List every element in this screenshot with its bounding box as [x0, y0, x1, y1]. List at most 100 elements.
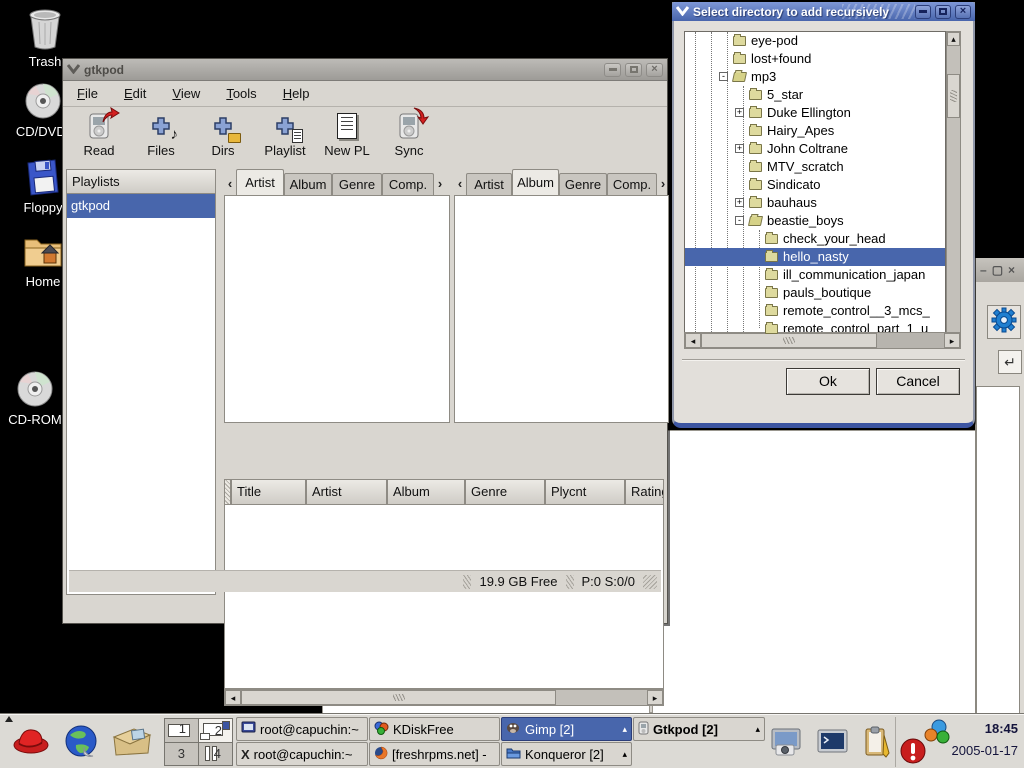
dirs-button[interactable]: Dirs — [195, 111, 251, 167]
column-header-plycnt[interactable]: Plycnt — [545, 479, 625, 505]
tree-item-duke-ellington[interactable]: + Duke Ellington — [685, 104, 945, 122]
partial-window-titlebar[interactable]: – ▢ × — [976, 258, 1024, 282]
tab-scroll-left-icon[interactable]: ‹ — [224, 176, 236, 195]
gtkpod-titlebar[interactable]: gtkpod × — [63, 59, 667, 81]
resize-grip[interactable] — [643, 575, 657, 589]
clock[interactable]: 18:45 2005-01-17 — [948, 718, 1018, 766]
tree-item-mtv-scratch[interactable]: MTV_scratch — [685, 158, 945, 176]
task-firefox[interactable]: [freshrpms.net] - — [369, 742, 500, 766]
menu-view[interactable]: View — [172, 86, 200, 101]
tab-scroll-right-icon[interactable]: › — [434, 176, 446, 195]
tree-item-mp3[interactable]: - mp3 — [685, 68, 945, 86]
tree-item-hello-nasty-selected[interactable]: hello_nasty — [685, 248, 945, 266]
browser-launcher[interactable] — [62, 723, 100, 766]
sync-button[interactable]: Sync — [381, 111, 437, 167]
cancel-button[interactable]: Cancel — [876, 368, 960, 395]
tree-item-beastie-boys[interactable]: - beastie_boys — [685, 212, 945, 230]
tab-artist[interactable]: Artist — [466, 173, 512, 195]
column-header-title[interactable]: Title — [231, 479, 306, 505]
screenshot-applet[interactable] — [768, 727, 804, 762]
mail-launcher[interactable] — [112, 727, 152, 762]
gear-button[interactable] — [987, 305, 1021, 339]
tray-shapes-icon[interactable] — [923, 719, 951, 750]
column-header-rating[interactable]: Rating — [625, 479, 664, 505]
ok-button[interactable]: Ok — [786, 368, 870, 395]
files-button[interactable]: ♪ Files — [133, 111, 189, 167]
tab-album[interactable]: Album — [512, 169, 559, 195]
task-gtkpod[interactable]: Gtkpod [2] ▴ — [633, 717, 765, 741]
tree-expander-icon[interactable]: + — [735, 144, 744, 153]
minimize-icon[interactable]: – — [980, 263, 987, 277]
minimize-button[interactable] — [915, 5, 931, 19]
panel-hide-arrow-icon[interactable] — [5, 716, 13, 722]
tree-item-5-star[interactable]: 5_star — [685, 86, 945, 104]
tree-item-sindicato[interactable]: Sindicato — [685, 176, 945, 194]
scroll-left-icon[interactable]: ◂ — [225, 690, 241, 705]
tab-comp[interactable]: Comp. — [607, 173, 657, 195]
tree-expander-icon[interactable]: - — [735, 216, 744, 225]
maximize-button[interactable] — [935, 5, 951, 19]
tab-comp[interactable]: Comp. — [382, 173, 434, 195]
alert-icon[interactable] — [899, 737, 927, 768]
tab-scroll-left-icon[interactable]: ‹ — [454, 176, 466, 195]
tree-item-pauls-boutique[interactable]: pauls_boutique — [685, 284, 945, 302]
menu-edit[interactable]: Edit — [124, 86, 146, 101]
playlist-item-gtkpod[interactable]: gtkpod — [67, 194, 215, 218]
tree-item-eye-pod[interactable]: eye-pod — [685, 32, 945, 50]
sort-list-left[interactable] — [224, 195, 450, 423]
pager-desktop-3[interactable]: 3 — [165, 743, 198, 766]
scroll-up-icon[interactable]: ▴ — [947, 32, 960, 46]
enter-button[interactable]: ↵ — [998, 350, 1022, 374]
kmenu-button[interactable] — [12, 725, 50, 760]
playlist-button[interactable]: Playlist — [257, 111, 313, 167]
tab-album[interactable]: Album — [284, 173, 332, 195]
tree-expander-icon[interactable]: + — [735, 198, 744, 207]
close-button[interactable]: × — [955, 5, 971, 19]
column-header-album[interactable]: Album — [387, 479, 465, 505]
tab-artist[interactable]: Artist — [236, 169, 284, 195]
dialog-titlebar[interactable]: Select directory to add recursively × — [672, 2, 975, 21]
tab-genre[interactable]: Genre — [332, 173, 382, 195]
tree-item-ill-communication[interactable]: ill_communication_japan — [685, 266, 945, 284]
window-menu-icon[interactable] — [67, 62, 80, 77]
tree-item-hairy-apes[interactable]: Hairy_Apes — [685, 122, 945, 140]
column-header-genre[interactable]: Genre — [465, 479, 545, 505]
maximize-icon[interactable]: ▢ — [992, 263, 1003, 277]
task-kdiskfree[interactable]: KDiskFree — [369, 717, 500, 741]
task-konqueror[interactable]: Konqueror [2] ▴ — [501, 742, 632, 766]
menu-file[interactable]: File — [77, 86, 98, 101]
tree-expander-icon[interactable]: + — [735, 108, 744, 117]
scrollbar-thumb[interactable] — [241, 690, 556, 705]
sort-list-right[interactable] — [454, 195, 669, 423]
horizontal-scrollbar[interactable]: ◂ ▸ — [224, 689, 664, 706]
klipper-applet[interactable] — [862, 725, 892, 764]
scroll-right-icon[interactable]: ▸ — [944, 333, 960, 348]
track-list[interactable] — [224, 505, 664, 689]
menu-tools[interactable]: Tools — [226, 86, 256, 101]
new-playlist-button[interactable]: New PL — [319, 111, 375, 167]
window-menu-icon[interactable] — [676, 4, 689, 19]
vertical-scrollbar[interactable]: ▴ ▾ — [946, 31, 961, 347]
desktop-icon-cdrom[interactable]: CD-ROM — [0, 370, 70, 427]
maximize-button[interactable] — [625, 63, 642, 77]
horizontal-scrollbar[interactable]: ◂ ▸ — [684, 332, 961, 349]
tree-item-bauhaus[interactable]: + bauhaus — [685, 194, 945, 212]
task-gimp-active[interactable]: Gimp [2] ▴ — [501, 717, 632, 741]
close-button[interactable]: × — [646, 63, 663, 77]
tree-item-lost-found[interactable]: lost+found — [685, 50, 945, 68]
pager-desktop-1[interactable]: 1 — [165, 719, 198, 742]
column-header-artist[interactable]: Artist — [306, 479, 387, 505]
scrollbar-thumb[interactable] — [701, 333, 877, 348]
task-xterm[interactable]: X root@capuchin:~ — [236, 742, 368, 766]
tree-item-remote-control-3mcs[interactable]: remote_control__3_mcs_ — [685, 302, 945, 320]
tree-item-john-coltrane[interactable]: + John Coltrane — [685, 140, 945, 158]
tab-scroll-right-icon[interactable]: › — [657, 176, 669, 195]
pager-desktop-4[interactable]: 4 — [199, 743, 232, 766]
terminal-applet[interactable] — [816, 728, 849, 761]
pager-desktop-2[interactable]: 2 — [199, 719, 232, 742]
minimize-button[interactable] — [604, 63, 621, 77]
tab-genre[interactable]: Genre — [559, 173, 607, 195]
menu-help[interactable]: Help — [283, 86, 310, 101]
tree-item-check-your-head[interactable]: check_your_head — [685, 230, 945, 248]
task-konsole[interactable]: root@capuchin:~ — [236, 717, 368, 741]
